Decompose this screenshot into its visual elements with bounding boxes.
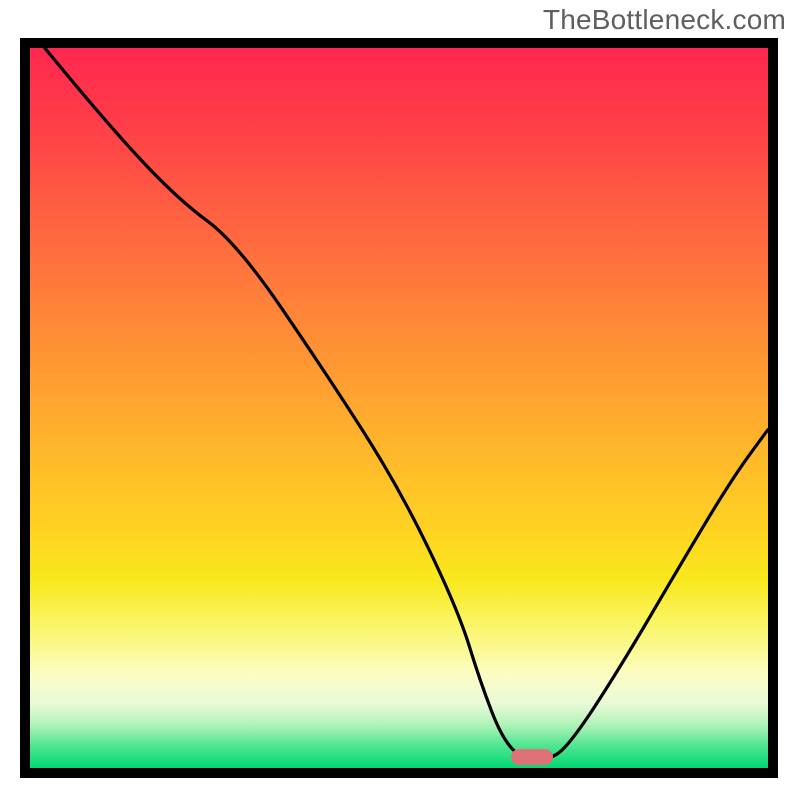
watermark-text: TheBottleneck.com bbox=[543, 4, 786, 36]
line-curve bbox=[30, 48, 768, 768]
plot-area bbox=[30, 48, 768, 768]
chart-frame bbox=[20, 38, 778, 778]
optimal-marker bbox=[511, 749, 553, 765]
